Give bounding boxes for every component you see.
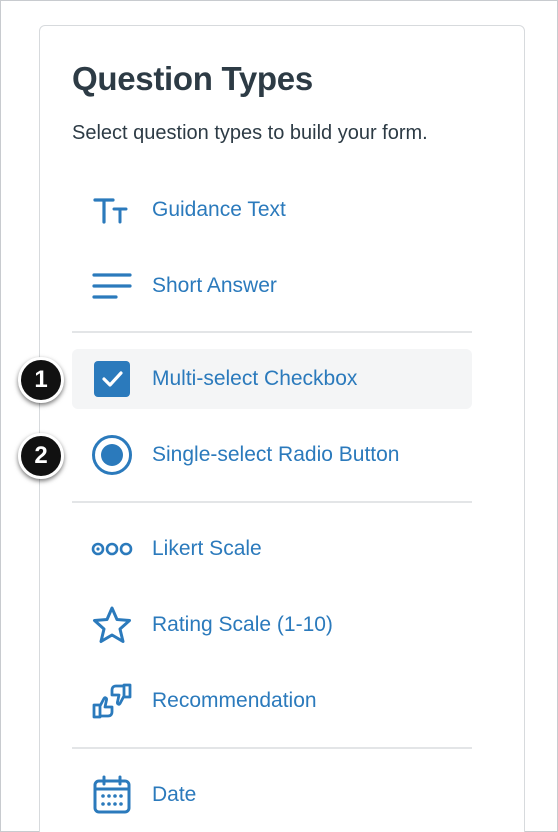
three-circles-icon (72, 541, 152, 557)
question-type-likert-scale[interactable]: Likert Scale (72, 519, 472, 579)
section-divider (72, 747, 472, 749)
star-icon (72, 605, 152, 645)
lines-icon (72, 271, 152, 301)
text-size-icon (72, 195, 152, 225)
question-type-label: Single-select Radio Button (152, 443, 400, 466)
question-type-rating-scale[interactable]: Rating Scale (1-10) (72, 595, 472, 655)
question-type-label: Short Answer (152, 274, 277, 297)
radio-button-icon (72, 434, 152, 476)
question-type-single-select-radio[interactable]: Single-select Radio Button (72, 425, 472, 485)
question-type-guidance-text[interactable]: Guidance Text (72, 180, 472, 240)
question-type-short-answer[interactable]: Short Answer (72, 256, 472, 316)
thumbs-icon (72, 681, 152, 721)
panel-title: Question Types (72, 60, 313, 97)
question-type-date[interactable]: Date (72, 765, 472, 825)
question-type-label: Multi-select Checkbox (152, 367, 358, 390)
question-type-multi-select-checkbox[interactable]: Multi-select Checkbox (72, 349, 472, 409)
callout-marker-2: 2 (18, 433, 64, 479)
checkbox-icon (72, 360, 152, 398)
calendar-icon (72, 775, 152, 815)
section-divider (72, 501, 472, 503)
question-type-label: Likert Scale (152, 537, 262, 560)
question-type-label: Recommendation (152, 689, 317, 712)
question-type-label: Date (152, 783, 197, 806)
question-type-label: Guidance Text (152, 198, 286, 221)
callout-marker-1: 1 (18, 357, 64, 403)
panel-subtitle: Select question types to build your form… (72, 122, 428, 144)
question-type-recommendation[interactable]: Recommendation (72, 671, 472, 731)
section-divider (72, 331, 472, 333)
question-type-label: Rating Scale (1-10) (152, 613, 333, 636)
